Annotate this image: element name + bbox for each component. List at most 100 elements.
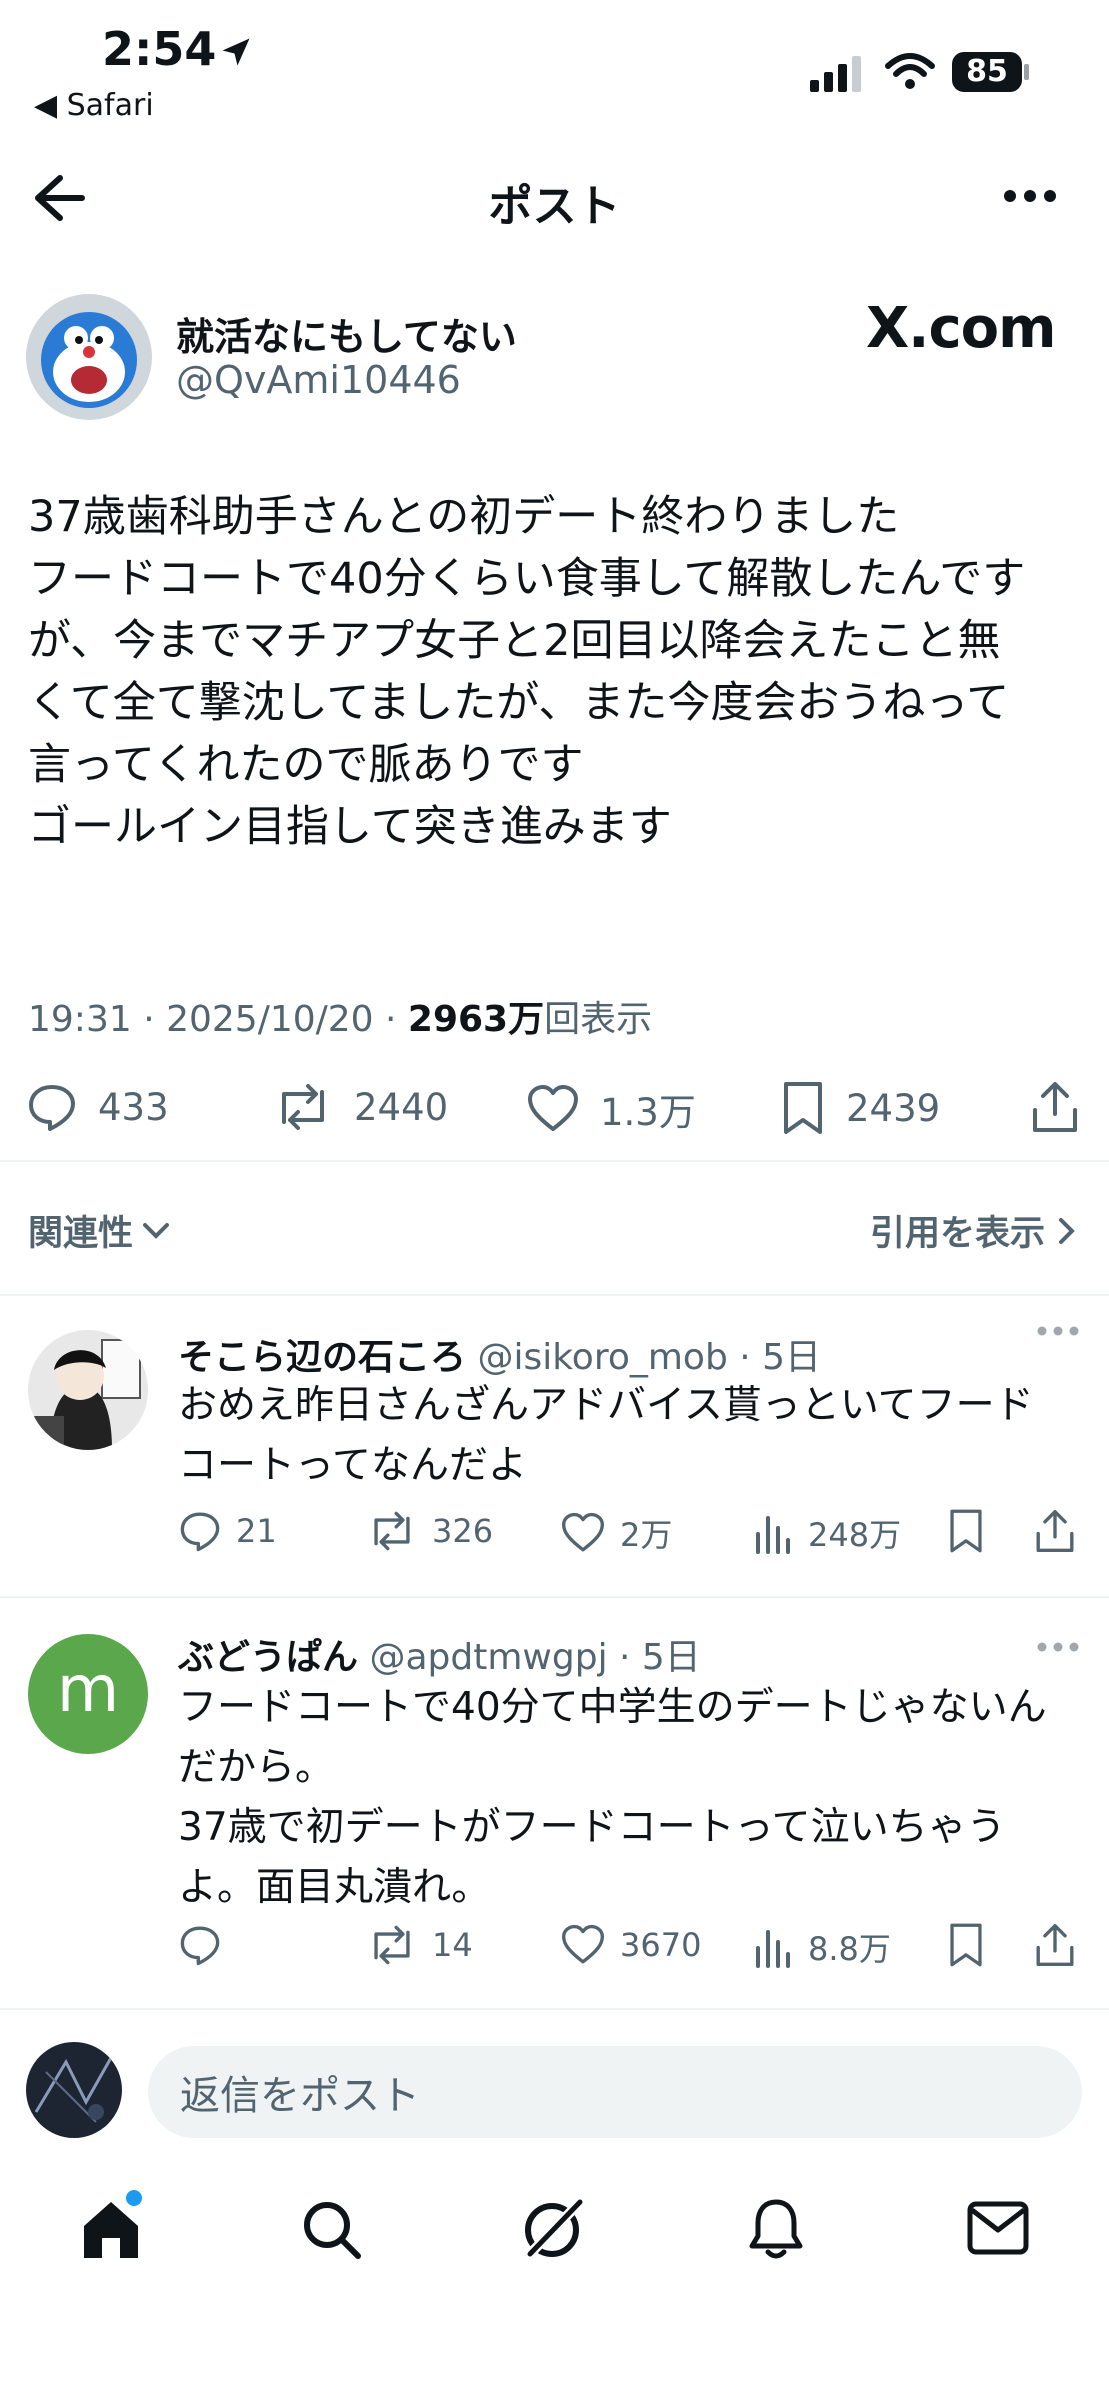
x-com-badge: X.com	[866, 296, 1056, 361]
notification-dot	[126, 2190, 142, 2206]
reply-views-button[interactable]: 248万	[754, 1510, 901, 1556]
reply-like-button[interactable]: 3670	[560, 1924, 701, 1966]
view-quotes-link[interactable]: 引用を表示	[870, 1205, 1079, 1256]
location-arrow-icon	[218, 34, 254, 70]
chevron-down-icon	[143, 1222, 170, 1239]
reply-share-icon[interactable]	[1034, 1508, 1076, 1554]
reply-author-name[interactable]: そこら辺の石ころ	[178, 1337, 466, 1378]
quotes-label: 引用を表示	[869, 1214, 1045, 1254]
post-text-line: ゴールイン目指して突き進みます	[28, 802, 672, 852]
repost-icon	[374, 1511, 410, 1551]
reply-bookmark-icon[interactable]	[946, 1508, 986, 1554]
reply-author-name[interactable]: ぶどうぱん	[178, 1637, 358, 1678]
repost-count: 2440	[354, 1085, 449, 1129]
search-icon	[304, 2202, 361, 2259]
reply-view-count: 8.8万	[808, 1930, 891, 1968]
sort-label: 関連性	[28, 1214, 134, 1254]
post-text-line: が、今までマチアプ女子と2回目以降会えたこと無	[28, 616, 1001, 666]
reply-more-icon[interactable]	[1036, 1324, 1080, 1338]
bookmark-button[interactable]: 2439	[780, 1080, 940, 1136]
divider	[0, 1160, 1109, 1162]
author-avatar[interactable]	[26, 294, 152, 420]
reply-reply-count: 21	[236, 1512, 277, 1550]
reply-icon	[180, 1512, 220, 1552]
battery-tip	[1024, 64, 1029, 80]
post-text-line: くて全て撃沈してましたが、また今度会おうねって	[28, 678, 1010, 728]
like-count: 1.3万	[600, 1091, 696, 1134]
reply-author-handle[interactable]: @isikoro_mob · 5日	[477, 1337, 821, 1378]
grok-tab[interactable]	[518, 2194, 588, 2264]
heart-icon	[562, 1512, 604, 1552]
reply-reply-button[interactable]	[178, 1924, 236, 1966]
reply-reply-button[interactable]: 21	[178, 1510, 277, 1552]
reply-views-button[interactable]: 8.8万	[754, 1924, 891, 1970]
reply-icon	[29, 1085, 75, 1131]
view-count: 2963万	[407, 999, 545, 1040]
reply-button[interactable]: 433	[26, 1082, 169, 1132]
post-text-line: フードコートで40分くらい食事して解散したんです	[28, 554, 1026, 604]
heart-icon	[562, 1924, 604, 1964]
reply-header: そこら辺の石ころ @isikoro_mob · 5日	[178, 1328, 821, 1380]
reply-header: ぶどうぱん @apdtmwgpj · 5日	[178, 1628, 701, 1680]
reply-text-line: だから。	[178, 1745, 335, 1790]
reply-like-count: 3670	[620, 1926, 702, 1964]
reply-input-placeholder: 返信をポスト	[180, 2073, 420, 2119]
reply-avatar[interactable]: m	[28, 1634, 148, 1754]
author-handle[interactable]: @QvAmi10446	[176, 358, 461, 402]
search-tab[interactable]	[300, 2198, 364, 2262]
reply-text-line: よ。面目丸潰れ。	[178, 1865, 491, 1910]
reply-view-count: 248万	[808, 1516, 902, 1554]
reply-text: おめえ昨日さんざんアドバイス貰っといてフード コートってなんだよ	[178, 1376, 1109, 1496]
reply-repost-count: 14	[432, 1926, 473, 1964]
bell-icon	[749, 2199, 803, 2259]
messages-tab[interactable]	[966, 2200, 1030, 2256]
reply-text-line: 37歳で初デートがフードコートって泣いちゃう	[178, 1805, 1006, 1850]
bookmark-icon	[784, 1082, 822, 1134]
more-options-icon[interactable]	[1002, 186, 1058, 206]
signal-icon	[810, 56, 866, 92]
reply-text-line: おめえ昨日さんざんアドバイス貰っといてフード	[178, 1383, 1034, 1428]
reply-more-icon[interactable]	[1036, 1640, 1080, 1654]
post-text: 37歳歯科助手さんとの初デート終わりました フードコートで40分くらい食事して解…	[28, 486, 1088, 858]
post-text-line: 言ってくれたので脈ありです	[28, 740, 584, 790]
repost-button[interactable]: 2440	[272, 1082, 448, 1132]
analytics-icon	[756, 1516, 790, 1554]
back-to-safari-link[interactable]: ◀ Safari	[34, 88, 154, 123]
share-icon[interactable]	[1030, 1080, 1080, 1134]
divider	[0, 1596, 1109, 1598]
current-user-avatar[interactable]	[26, 2042, 122, 2138]
reply-count: 433	[98, 1085, 169, 1129]
reply-text-line: フードコートで40分て中学生のデートじゃないん	[178, 1685, 1047, 1730]
post-text-line: 37歳歯科助手さんとの初デート終わりました	[28, 492, 900, 542]
reply-repost-button[interactable]: 326	[366, 1510, 493, 1552]
page-title: ポスト	[488, 181, 621, 232]
bookmark-count: 2439	[846, 1086, 941, 1130]
reply-like-button[interactable]: 2万	[560, 1510, 672, 1556]
reply-repost-count: 326	[432, 1512, 494, 1550]
avatar-letter: m	[56, 1653, 120, 1727]
reply-bookmark-icon[interactable]	[946, 1922, 986, 1968]
repost-icon	[374, 1925, 410, 1965]
reply-like-count: 2万	[620, 1516, 673, 1554]
like-button[interactable]: 1.3万	[526, 1082, 696, 1136]
reply-share-icon[interactable]	[1034, 1922, 1076, 1968]
post-meta: 19:31 · 2025/10/20 · 2963万回表示	[28, 990, 652, 1042]
heart-icon	[528, 1085, 578, 1131]
divider	[0, 2008, 1109, 2010]
reply-repost-button[interactable]: 14	[366, 1924, 473, 1966]
reply-avatar[interactable]	[28, 1330, 148, 1450]
battery-level: 85	[966, 54, 1008, 89]
analytics-icon	[756, 1930, 790, 1968]
reply-text: フードコートで40分て中学生のデートじゃないん だから。 37歳で初デートがフー…	[178, 1678, 1109, 1918]
author-name[interactable]: 就活なにもしてない	[176, 306, 517, 361]
notifications-tab[interactable]	[746, 2196, 806, 2262]
repost-icon	[282, 1084, 324, 1130]
post-timestamp: 19:31 · 2025/10/20 ·	[28, 999, 408, 1040]
divider	[0, 1294, 1109, 1296]
reply-text-line: コートってなんだよ	[178, 1443, 528, 1488]
reply-author-handle[interactable]: @apdtmwgpj · 5日	[369, 1637, 700, 1678]
reply-input[interactable]: 返信をポスト	[148, 2046, 1082, 2138]
status-time: 2:54	[102, 22, 217, 76]
sort-relevance-dropdown[interactable]: 関連性	[28, 1205, 173, 1256]
mail-icon	[967, 2201, 1029, 2255]
